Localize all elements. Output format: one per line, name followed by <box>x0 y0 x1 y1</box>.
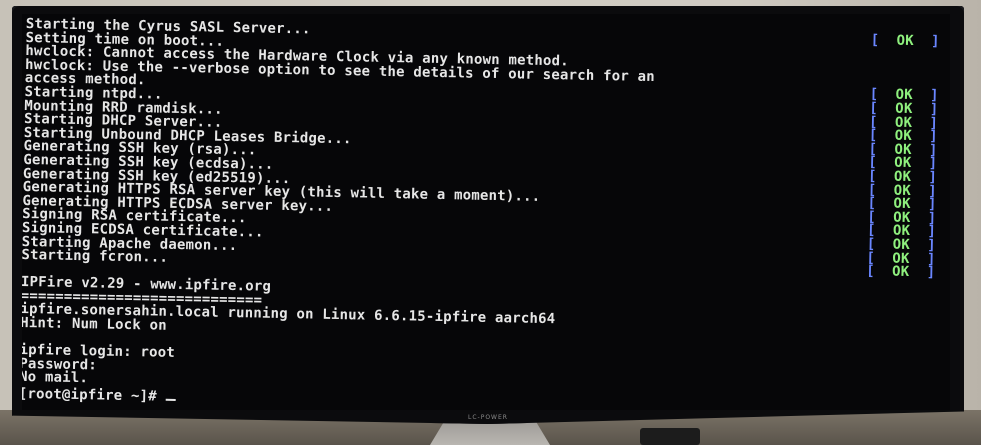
text-cursor <box>165 387 176 401</box>
desk-device <box>640 428 700 445</box>
boot-log: Starting the Cyrus SASL Server...[ OK ] S… <box>22 16 946 281</box>
terminal-console[interactable]: Starting the Cyrus SASL Server...[ OK ] S… <box>22 16 946 410</box>
boot-line-text: Starting fcron... <box>22 247 169 266</box>
shell-prompt: [root@ipfire ~]# <box>22 385 166 405</box>
status-bracket-close: ] <box>909 264 936 281</box>
status-badge: [ OK ] <box>870 32 940 50</box>
status-badge: [ OK ] <box>866 263 936 281</box>
status-bracket-open: [ <box>870 32 897 49</box>
terminal-screen: Starting the Cyrus SASL Server...[ OK ] S… <box>22 14 950 410</box>
status-bracket-open: [ <box>866 263 893 280</box>
status-ok-label: OK <box>896 32 914 50</box>
monitor-logo: LC-POWER <box>468 414 508 421</box>
status-bracket-close: ] <box>913 33 940 50</box>
status-ok-label: OK <box>891 263 910 281</box>
